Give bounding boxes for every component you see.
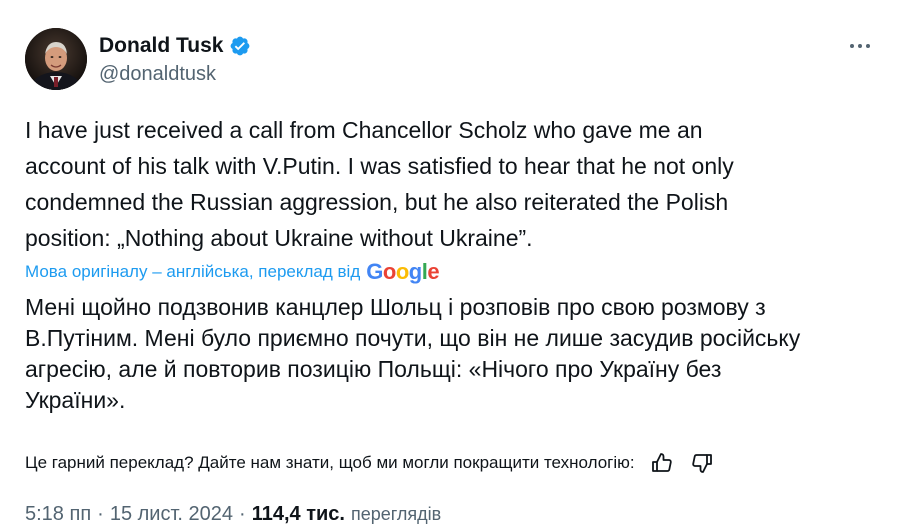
tweet-date[interactable]: 15 лист. 2024 (110, 503, 233, 526)
translated-text: Мені щойно подзвонив канцлер Шольц і роз… (25, 294, 801, 413)
display-name[interactable]: Donald Tusk (99, 34, 223, 58)
tweet-header: Donald Tusk @donaldtusk (25, 28, 877, 92)
meta-separator: · (97, 502, 104, 525)
tweet-meta: 5:18 пп · 15 лист. 2024 · 114,4 тис. пер… (25, 500, 441, 528)
avatar[interactable] (25, 28, 87, 90)
more-options-icon[interactable] (843, 34, 877, 58)
google-logo: Google (366, 259, 440, 284)
thumbs-down-icon[interactable] (689, 450, 715, 476)
avatar-image (25, 28, 87, 90)
translation-meta-label[interactable]: Мова оригіналу – англійська, переклад ві… (25, 262, 360, 282)
views-count: 114,4 тис. (251, 502, 345, 525)
verified-badge-icon (229, 35, 251, 57)
tweet-text: I have just received a call from Chancel… (25, 117, 734, 251)
tweet-time[interactable]: 5:18 пп (25, 503, 91, 526)
meta-separator-2: · (239, 502, 246, 525)
thumbs-up-icon[interactable] (649, 450, 675, 476)
user-handle[interactable]: @donaldtusk (99, 63, 216, 86)
name-row: Donald Tusk (99, 32, 251, 60)
translation-feedback: Це гарний переклад? Дайте нам знати, щоб… (25, 448, 877, 478)
feedback-prompt: Це гарний переклад? Дайте нам знати, щоб… (25, 453, 635, 472)
views-label: переглядів (350, 503, 442, 524)
translation-attribution[interactable]: Мова оригіналу – англійська, переклад ві… (25, 259, 440, 284)
